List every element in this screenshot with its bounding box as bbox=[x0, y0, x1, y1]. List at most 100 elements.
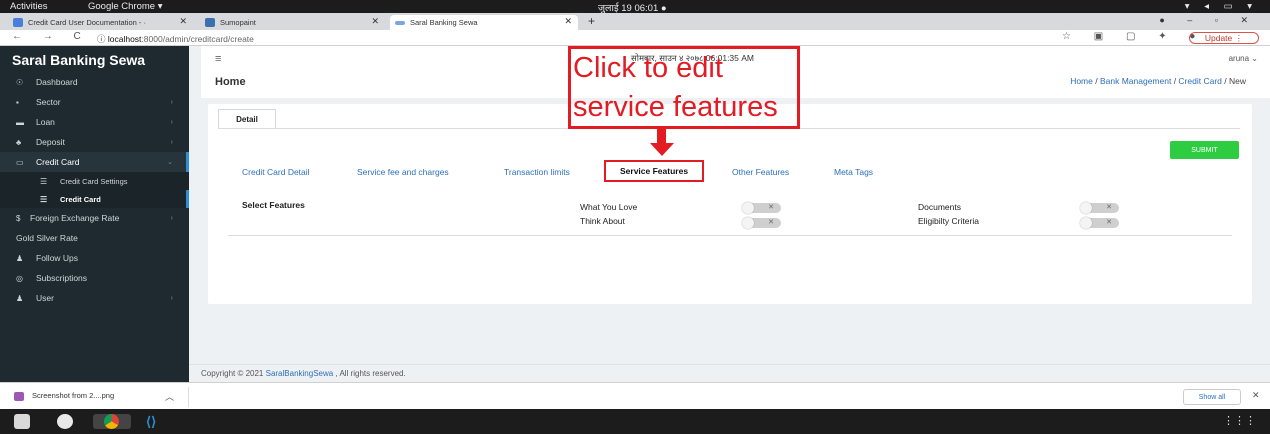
tab-sumopaint[interactable]: Sumopaint ✕ bbox=[200, 15, 385, 30]
toolbar-icons[interactable]: ☆ ▣ ▢ ✦ ● bbox=[1062, 31, 1205, 42]
annotation-line-1: Click to edit bbox=[573, 52, 723, 84]
new-tab-button[interactable]: + bbox=[588, 14, 595, 28]
breadcrumb-home[interactable]: Home bbox=[1070, 76, 1093, 86]
annotation-line-2: service features bbox=[573, 91, 778, 123]
saral-favicon-icon bbox=[395, 21, 405, 25]
footer-link[interactable]: SaralBankingSewa bbox=[266, 369, 334, 378]
at-icon: ◎ bbox=[16, 273, 23, 283]
settings-app-icon[interactable] bbox=[57, 414, 73, 429]
breadcrumb: Home / Bank Management / Credit Card / N… bbox=[1070, 76, 1246, 86]
download-item[interactable]: Screenshot from 2....png bbox=[14, 391, 114, 401]
toggle-think-about[interactable] bbox=[742, 217, 781, 229]
tab-meta-tags[interactable]: Meta Tags bbox=[834, 167, 873, 177]
submit-button[interactable]: SUBMIT bbox=[1170, 141, 1239, 159]
breadcrumb-current: New bbox=[1228, 76, 1246, 86]
address-bar-row: ← → C ⓘ localhost:8000/admin/creditcard/… bbox=[0, 30, 1270, 46]
loan-icon: ▬ bbox=[16, 117, 24, 127]
deposit-icon: ♣ bbox=[16, 137, 22, 147]
annotation-arrowhead-icon bbox=[650, 143, 674, 156]
close-icon[interactable]: ✕ bbox=[179, 16, 187, 27]
users-icon: ♟ bbox=[16, 293, 24, 303]
user-menu[interactable]: aruna ⌄ bbox=[1229, 54, 1258, 63]
toggle-documents[interactable] bbox=[1080, 202, 1119, 214]
chevron-right-icon: › bbox=[170, 118, 173, 126]
info-icon: ⓘ bbox=[97, 34, 108, 44]
sidebar-item-loan[interactable]: ▬ Loan › bbox=[0, 112, 189, 132]
feature-label-documents: Documents bbox=[918, 202, 961, 212]
list-icon: ☰ bbox=[40, 194, 48, 204]
breadcrumb-bank-management[interactable]: Bank Management bbox=[1100, 76, 1171, 86]
credit-card-icon: ▭ bbox=[16, 157, 24, 167]
sidebar-item-dashboard[interactable]: ☉ Dashboard bbox=[0, 72, 189, 92]
sidebar-subitem-credit-card[interactable]: ☰ Credit Card bbox=[0, 190, 189, 208]
chrome-icon[interactable] bbox=[93, 414, 131, 429]
sidebar-item-gold-silver-rate[interactable]: Gold Silver Rate bbox=[0, 228, 189, 248]
browser-tab-strip: Credit Card User Documentation - · ✕ Sum… bbox=[0, 13, 1270, 30]
tab-other-features[interactable]: Other Features bbox=[732, 167, 789, 177]
feature-label-eligibility-criteria: Eligibilty Criteria bbox=[918, 216, 979, 226]
hamburger-menu-icon[interactable]: ≡ bbox=[215, 53, 221, 65]
brand-title[interactable]: Saral Banking Sewa bbox=[12, 52, 145, 68]
tab-saral-banking-sewa[interactable]: Saral Banking Sewa ✕ bbox=[390, 15, 578, 30]
chevron-right-icon: › bbox=[170, 294, 173, 302]
chevron-right-icon: › bbox=[170, 98, 173, 106]
feature-label-what-you-love: What You Love bbox=[580, 202, 638, 212]
sidebar-item-subscriptions[interactable]: ◎ Subscriptions bbox=[0, 268, 189, 288]
feature-label-think-about: Think About bbox=[580, 216, 625, 226]
sidebar-item-user[interactable]: ♟ User › bbox=[0, 288, 189, 308]
page-footer: Copyright © 2021 SaralBankingSewa , All … bbox=[189, 364, 1270, 382]
sidebar-item-deposit[interactable]: ♣ Deposit › bbox=[0, 132, 189, 152]
show-all-button[interactable]: Show all bbox=[1183, 389, 1241, 405]
download-bar: Screenshot from 2....png ︿ Show all ✕ bbox=[0, 382, 1270, 409]
sidebar-item-foreign-exchange-rate[interactable]: $ Foreign Exchange Rate › bbox=[0, 208, 189, 228]
toggle-what-you-love[interactable] bbox=[742, 202, 781, 214]
docs-favicon-icon bbox=[13, 18, 23, 27]
tab-credit-card-docs[interactable]: Credit Card User Documentation - · ✕ bbox=[8, 15, 193, 30]
sumopaint-favicon-icon bbox=[205, 18, 215, 27]
select-features-label: Select Features bbox=[242, 200, 305, 210]
close-icon[interactable]: ✕ bbox=[1252, 390, 1260, 401]
app-menu[interactable]: Google Chrome ▾ bbox=[88, 1, 162, 12]
form-card: Detail SUBMIT Credit Card Detail Service… bbox=[208, 104, 1252, 304]
tab-detail[interactable]: Detail bbox=[218, 109, 276, 129]
system-tray[interactable]: ▾ ◂ ▭ ▾ bbox=[1185, 1, 1258, 12]
vscode-icon[interactable]: ⟨⟩ bbox=[146, 414, 162, 429]
download-divider bbox=[188, 387, 189, 407]
tab-service-fee-and-charges[interactable]: Service fee and charges bbox=[357, 167, 449, 177]
annotation-callout: Click to edit service features bbox=[568, 46, 800, 129]
chevron-right-icon: › bbox=[170, 138, 173, 146]
breadcrumb-credit-card[interactable]: Credit Card bbox=[1178, 76, 1221, 86]
system-top-bar: Activities Google Chrome ▾ जुलाई 19 06:0… bbox=[0, 0, 1270, 14]
page-title: Home bbox=[215, 76, 246, 88]
form-divider bbox=[228, 235, 1232, 236]
update-button[interactable]: Update ⋮ bbox=[1189, 32, 1259, 44]
url-field[interactable]: ⓘ localhost:8000/admin/creditcard/create bbox=[97, 33, 254, 45]
tab-service-features[interactable]: Service Features bbox=[604, 160, 705, 182]
user-plus-icon: ♟ bbox=[16, 253, 24, 263]
files-icon[interactable] bbox=[14, 414, 30, 429]
image-file-icon bbox=[14, 391, 24, 401]
nav-buttons[interactable]: ← → C bbox=[12, 31, 90, 42]
dollar-icon: $ bbox=[16, 213, 21, 223]
taskbar-dock: ⟨⟩ ⋮⋮⋮ bbox=[0, 409, 1270, 434]
tab-transaction-limits[interactable]: Transaction limits bbox=[504, 167, 570, 177]
window-controls[interactable]: ● – ▫ ✕ bbox=[1159, 15, 1258, 26]
close-icon[interactable]: ✕ bbox=[564, 16, 572, 27]
sidebar-subitem-credit-card-settings[interactable]: ☰ Credit Card Settings bbox=[0, 172, 189, 190]
sidebar-item-sector[interactable]: ▪ Sector › bbox=[0, 92, 189, 112]
tab-credit-card-detail[interactable]: Credit Card Detail bbox=[242, 167, 310, 177]
sidebar-item-follow-ups[interactable]: ♟ Follow Ups bbox=[0, 248, 189, 268]
list-icon: ☰ bbox=[40, 176, 48, 186]
chevron-up-icon[interactable]: ︿ bbox=[165, 390, 174, 403]
chevron-down-icon: ⌄ bbox=[167, 159, 173, 166]
close-icon[interactable]: ✕ bbox=[371, 16, 379, 27]
sidebar: Saral Banking Sewa ☉ Dashboard ▪ Sector › ▬… bbox=[0, 46, 189, 382]
toggle-eligibility-criteria[interactable] bbox=[1080, 217, 1119, 229]
sector-icon: ▪ bbox=[16, 97, 19, 107]
sidebar-item-credit-card[interactable]: ▭ Credit Card ⌄ bbox=[0, 152, 189, 172]
annotation-arrow-icon bbox=[657, 128, 666, 144]
app-grid-icon[interactable]: ⋮⋮⋮ bbox=[1223, 414, 1256, 427]
chevron-right-icon: › bbox=[170, 214, 173, 222]
sidebar-menu: ☉ Dashboard ▪ Sector › ▬ Loan › ♣ Deposit › ▭ Cr… bbox=[0, 72, 189, 308]
activities-button[interactable]: Activities bbox=[10, 1, 47, 12]
